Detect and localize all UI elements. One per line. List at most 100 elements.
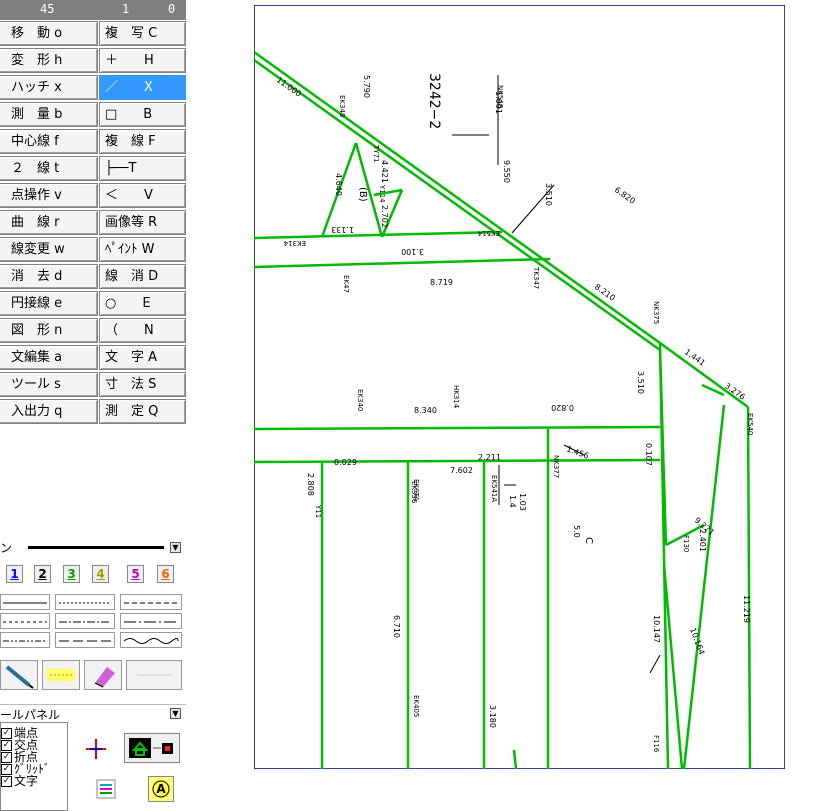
command-button-left[interactable]: 消 去 d: [0, 264, 98, 289]
parcel-code-label: NK377: [552, 455, 560, 478]
measurement-label: 1.133: [331, 225, 354, 234]
command-grid: 移 動 o複 写 C変 形 h ＋ H ハッチ x ／ X測 量 b □ B 中心線 f複…: [0, 21, 186, 426]
snap-options-list: ✓ 端点 ✓ 交点 ✓ 折点 ✓ ｸﾞﾘｯﾄﾞ ✓ 文字: [0, 722, 68, 811]
command-button-right[interactable]: 画像等 R: [99, 210, 186, 235]
command-button-right[interactable]: ＜ V: [99, 183, 186, 208]
parcel-code-label: HK314: [452, 385, 460, 409]
parcel-code-label: EK6TA: [412, 479, 420, 501]
command-button-right[interactable]: 測 定 Q: [99, 399, 186, 424]
measurement-label: 0.820: [551, 403, 574, 412]
measurement-label: 3.180: [488, 705, 497, 728]
measurement-label: 11.219: [742, 595, 751, 623]
pen-color-row: 1 2 3 4 5 6: [0, 563, 186, 587]
linetype-dash3-button[interactable]: [55, 632, 115, 648]
eraser-tool-button[interactable]: [84, 660, 122, 690]
tool-panel-dropdown-icon[interactable]: ▼: [170, 708, 181, 719]
measurement-label: 2.211: [478, 453, 501, 462]
command-row: ツール s寸 法 S: [0, 372, 186, 399]
parcel-code-label: TK347: [532, 266, 540, 289]
command-row: 変 形 h ＋ H: [0, 48, 186, 75]
linetype-longchain-button[interactable]: [120, 613, 182, 629]
parcel-code-label: EK514: [477, 229, 500, 237]
linetype-chain-button[interactable]: [55, 613, 115, 629]
command-button-left[interactable]: 測 量 b: [0, 102, 98, 127]
crosshair-icon: [86, 739, 106, 759]
linetype-double-chain-button[interactable]: [0, 632, 50, 648]
command-row: 曲 線 r 画像等 R: [0, 210, 186, 237]
command-button-left[interactable]: 入出力 q: [0, 399, 98, 424]
command-row: 移 動 o複 写 C: [0, 21, 186, 48]
command-button-left[interactable]: ２ 線 t: [0, 156, 98, 181]
pencil-tool-button[interactable]: [0, 660, 38, 690]
pen-color-5-button[interactable]: 5: [127, 565, 144, 583]
command-button-left[interactable]: 文編集 a: [0, 345, 98, 370]
layer-list-button[interactable]: [95, 778, 117, 800]
pen-color-2-button[interactable]: 2: [34, 565, 51, 583]
status-value-2: 1: [122, 2, 130, 16]
measurement-label: 9.550: [502, 160, 511, 183]
command-button-right[interactable]: 寸 法 S: [99, 372, 186, 397]
pen-color-4-button[interactable]: 4: [92, 565, 109, 583]
measurement-label: 7.602: [450, 466, 473, 475]
text-tool-button[interactable]: A: [148, 776, 174, 802]
measurement-label: 5.0: [572, 525, 581, 538]
command-button-right[interactable]: ﾍﾟｲﾝﾄ W: [99, 237, 186, 262]
parcel-code-label: EK541A: [490, 475, 498, 502]
linetype-wave-button[interactable]: [120, 632, 182, 648]
command-button-right[interactable]: □ B: [99, 102, 186, 127]
dotted-fill-button[interactable]: [42, 660, 80, 690]
command-button-right[interactable]: 複 線 F: [99, 129, 186, 154]
command-button-left[interactable]: 図 形 n: [0, 318, 98, 343]
command-row: ２ 線 t ├──T: [0, 156, 186, 183]
command-button-right[interactable]: 線 消 D: [99, 264, 186, 289]
command-button-left[interactable]: 曲 線 r: [0, 210, 98, 235]
drawing-canvas[interactable]: 3242−211.0006.8208.2101.4413.2763.5100.1…: [254, 5, 785, 769]
measurement-label: 5.790: [362, 75, 371, 98]
command-button-right[interactable]: 文 字 A: [99, 345, 186, 370]
parcel-code-label: NK375: [652, 301, 660, 324]
linetype-dash2-button[interactable]: [0, 613, 50, 629]
pen-color-6-button[interactable]: 6: [157, 565, 174, 583]
command-button-right[interactable]: 複 写 C: [99, 21, 186, 46]
pen-dropdown-icon[interactable]: ▼: [170, 542, 181, 553]
pen-color-3-button[interactable]: 3: [63, 565, 80, 583]
measurement-label: 4.640: [334, 173, 343, 196]
linetype-dotted-button[interactable]: [55, 594, 115, 610]
check-icon: ✓: [1, 740, 12, 751]
parcel-mark-label: (B): [357, 187, 368, 202]
crosshair-snap-button[interactable]: [82, 736, 110, 762]
parcel-code-label: EK348: [338, 95, 346, 117]
command-button-right[interactable]: ○ E: [99, 291, 186, 316]
tool-panel: 45 1 0 移 動 o複 写 C変 形 h ＋ H ハッチ x ／ X測 量 b □ …: [0, 0, 188, 811]
linetype-dashed-button[interactable]: [120, 594, 182, 610]
command-button-right[interactable]: （ N: [99, 318, 186, 343]
pen-color-1-button[interactable]: 1: [6, 565, 23, 583]
pen-width-line[interactable]: [28, 546, 164, 549]
command-row: 測 量 b □ B: [0, 102, 186, 129]
linetype-solid-button[interactable]: [0, 594, 50, 610]
tool-panel-title: ールパネル: [0, 708, 61, 722]
command-button-left[interactable]: ツール s: [0, 372, 98, 397]
command-button-left[interactable]: 点操作 v: [0, 183, 98, 208]
command-button-left[interactable]: 中心線 f: [0, 129, 98, 154]
home-arrow-icon: [129, 738, 173, 758]
command-button-right[interactable]: ＋ H: [99, 48, 186, 73]
command-button-left[interactable]: 線変更 w: [0, 237, 98, 262]
command-button-right[interactable]: ├──T: [99, 156, 186, 181]
command-button-left[interactable]: 移 動 o: [0, 21, 98, 46]
home-layer-button[interactable]: [124, 733, 180, 763]
parcel-code-label: EK314: [283, 239, 306, 247]
status-value-3: 0: [168, 2, 176, 16]
command-row: 点操作 v ＜ V: [0, 183, 186, 210]
command-button-right[interactable]: ／ X: [99, 75, 186, 100]
parcel-code-label: Y11: [314, 504, 322, 518]
snap-text-option[interactable]: ✓ 文字: [1, 775, 38, 787]
command-button-left[interactable]: 変 形 h: [0, 48, 98, 73]
blank-tool-button[interactable]: [126, 660, 182, 690]
command-button-left[interactable]: 円接線 e: [0, 291, 98, 316]
measurement-label: 8.340: [414, 406, 437, 415]
check-icon: ✓: [1, 776, 12, 787]
parcel-code-label: F116: [652, 735, 660, 753]
command-button-left[interactable]: ハッチ x: [0, 75, 98, 100]
pencil-icon: [5, 665, 34, 689]
